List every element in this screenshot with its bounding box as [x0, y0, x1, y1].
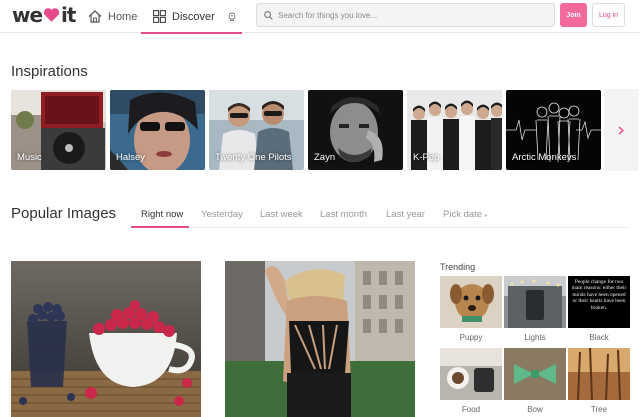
inspiration-label: Twenty One Pilots [215, 152, 292, 163]
logo-text-we: we [12, 3, 43, 27]
puppy-thumbnail [440, 276, 502, 328]
trending-label: Tree [590, 405, 608, 414]
trending-label: Bow [527, 405, 543, 414]
active-tab-indicator [131, 226, 189, 228]
nav-ideas[interactable] [228, 0, 242, 33]
trending-label: Puppy [459, 333, 483, 342]
lightbulb-icon [228, 12, 236, 21]
tree-thumbnail [568, 348, 630, 400]
trending-tile-puppy[interactable] [440, 276, 502, 328]
inspiration-label: Arctic Monkeys [512, 152, 577, 163]
food-thumbnail [440, 348, 502, 400]
trending-tile-lights[interactable] [504, 276, 566, 328]
trending-heading: Trending [440, 262, 476, 272]
caret-right-icon: ▸ [484, 213, 488, 219]
inspiration-card-halsey[interactable]: Halsey [110, 90, 205, 170]
nav-discover[interactable]: Discover [141, 0, 242, 34]
inspiration-label: K-Pop [413, 152, 440, 163]
grid-icon [153, 10, 166, 23]
trending-tile-bow[interactable] [504, 348, 566, 400]
inspiration-label: Music [17, 152, 42, 163]
popular-image-berries[interactable] [11, 261, 201, 417]
tab-last-week[interactable]: Last week [260, 209, 303, 220]
inspiration-card-music[interactable]: Music [11, 90, 106, 170]
search-bar[interactable] [256, 3, 555, 27]
inspiration-card-twenty-one-pilots[interactable]: Twenty One Pilots [209, 90, 304, 170]
top-navbar: weit Home Discover Join Log in [0, 0, 640, 34]
inspiration-label: Zayn [314, 152, 336, 163]
tab-last-year[interactable]: Last year [386, 209, 425, 220]
inspiration-label: Halsey [116, 152, 146, 163]
nav-discover-label: Discover [172, 10, 215, 23]
nav-home-label: Home [108, 10, 138, 23]
trending-label: Lights [524, 333, 546, 342]
tab-yesterday[interactable]: Yesterday [201, 209, 243, 220]
berries-photo [11, 261, 201, 417]
lights-thumbnail [504, 276, 566, 328]
tab-right-now[interactable]: Right now [141, 209, 183, 220]
time-filter-tabs: Right now Yesterday Last week Last month… [131, 202, 629, 228]
inspirations-heading: Inspirations [11, 63, 88, 80]
heart-logo-icon [43, 8, 60, 22]
tab-pick-date[interactable]: Pick date ▸ [443, 209, 488, 220]
popular-images-heading: Popular Images [11, 205, 117, 222]
inspiration-card-kpop[interactable]: K-Pop [407, 90, 502, 170]
woman-photo [225, 261, 415, 417]
inspiration-card-zayn[interactable]: Zayn [308, 90, 403, 170]
quote-text: People change for two main reasons: eith… [571, 279, 627, 311]
bow-thumbnail [504, 348, 566, 400]
inspiration-card-arctic-monkeys[interactable]: Arctic Monkeys [506, 90, 601, 170]
home-icon [88, 10, 102, 23]
tab-pick-date-label: Pick date [443, 209, 483, 220]
trending-tile-food[interactable] [440, 348, 502, 400]
inspirations-next-button[interactable] [604, 89, 638, 171]
trending-label: Food [461, 405, 481, 414]
join-button[interactable]: Join [560, 3, 587, 27]
weheartit-logo[interactable]: we it [12, 3, 76, 27]
trending-tile-black[interactable]: People change for two main reasons: eith… [568, 276, 630, 328]
trending-label: Black [589, 333, 609, 342]
search-input[interactable] [278, 10, 538, 20]
chevron-right-icon [618, 125, 624, 135]
trending-tile-tree[interactable] [568, 348, 630, 400]
popular-image-woman[interactable] [225, 261, 415, 417]
nav-home[interactable]: Home [88, 0, 137, 33]
login-button[interactable]: Log in [592, 3, 625, 27]
logo-text-it: it [61, 3, 76, 27]
search-icon [264, 10, 273, 20]
tab-last-month[interactable]: Last month [320, 209, 367, 220]
